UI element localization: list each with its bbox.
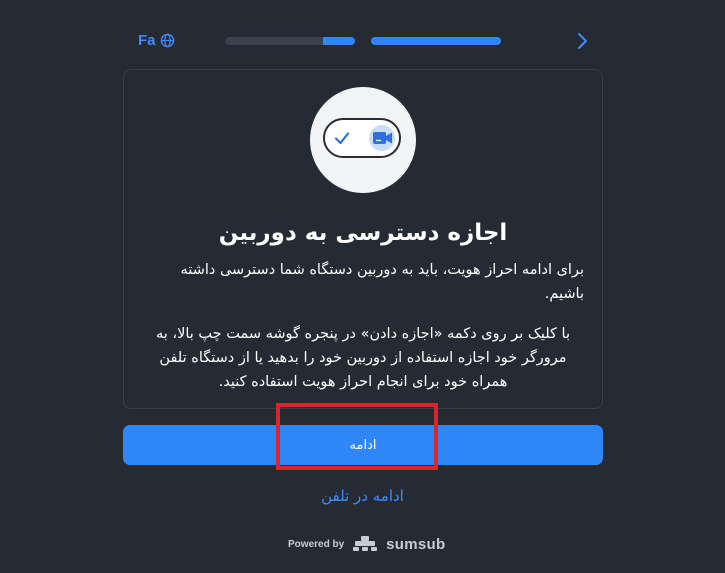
- step-progress-1: [225, 37, 355, 45]
- language-code: Fa: [138, 32, 156, 49]
- permission-instructions: با کلیک بر روی دکمه «اجازه دادن» در پنجر…: [155, 326, 570, 390]
- language-switcher[interactable]: Fa: [138, 32, 175, 49]
- video-camera-icon: [373, 132, 392, 144]
- camera-permission-screen: Fa اجازه دسترسی به دوربین برای ادامه احر…: [0, 0, 725, 573]
- step-progress-2: [371, 37, 501, 45]
- continue-on-phone-link[interactable]: ادامه در تلفن: [0, 487, 725, 505]
- globe-icon: [160, 33, 174, 48]
- chevron-right-icon[interactable]: [575, 31, 591, 51]
- permission-toggle: [323, 118, 401, 158]
- continue-button[interactable]: ادامه: [123, 425, 603, 465]
- permission-card: اجازه دسترسی به دوربین برای ادامه احراز …: [123, 69, 603, 409]
- powered-by-footer: Powered by sumsub: [288, 535, 445, 553]
- powered-by-label: Powered by: [288, 538, 345, 550]
- camera-permission-illustration: [310, 87, 416, 193]
- step-progress-2-fill: [371, 37, 501, 45]
- page-title: اجازه دسترسی به دوربین: [218, 220, 508, 246]
- brand-name: sumsub: [386, 535, 446, 553]
- check-icon: [334, 132, 350, 145]
- sumsub-logo-icon: [353, 536, 378, 551]
- step-progress-1-fill: [322, 37, 355, 45]
- permission-explanation: برای ادامه احراز هویت، باید به دوربین دس…: [180, 262, 584, 302]
